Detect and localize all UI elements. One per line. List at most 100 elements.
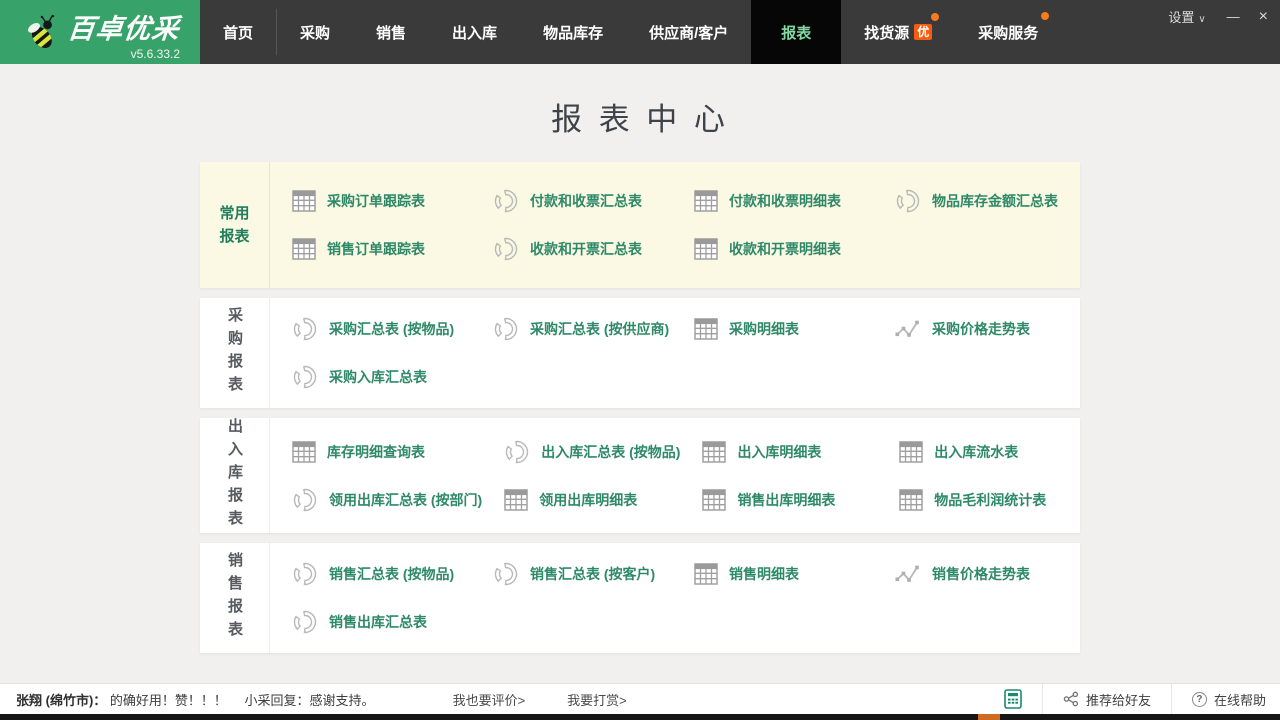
report-item[interactable]: 收款和开票汇总表 <box>471 236 672 262</box>
user-review: 张翔 (绵竹市)： 的确好用！赞！！！ 小采回复：感谢支持。 <box>0 690 375 709</box>
report-grid: 采购汇总表 (按物品) 采购汇总表 (按供应商) 采购明细表 采购价格走势表 采… <box>270 298 1080 408</box>
report-item[interactable]: 出入库流水表 <box>877 439 1074 465</box>
brand-name: 百卓优采 <box>66 7 182 46</box>
report-item[interactable]: 采购入库汇总表 <box>270 364 471 390</box>
report-grid: 采购订单跟踪表 付款和收票汇总表 付款和收票明细表 物品库存金额汇总表 销售订单… <box>270 162 1080 288</box>
section-label-sales: 销售报表 <box>200 543 270 653</box>
table-icon <box>292 190 316 212</box>
table-icon <box>292 441 316 463</box>
divider <box>1042 684 1043 714</box>
section-label: 出入库报表 <box>224 418 245 533</box>
table-icon <box>702 489 726 511</box>
report-item[interactable]: 出入库明细表 <box>680 439 877 465</box>
nav-find-source-label: 找货源 <box>864 22 909 43</box>
pie-chart-icon <box>493 316 519 342</box>
section-sales-reports: 销售报表 销售汇总表 (按物品) 销售汇总表 (按客户) 销售明细表 销售价格走… <box>200 543 1080 653</box>
line-chart-icon <box>895 564 921 584</box>
write-review-link[interactable]: 我也要评价> <box>453 690 526 709</box>
table-icon <box>702 441 726 463</box>
settings-button[interactable]: 设置∨ <box>1168 7 1205 26</box>
section-label: 销售报表 <box>224 552 245 644</box>
notification-dot <box>931 13 939 21</box>
section-label-purchase: 采购报表 <box>200 298 270 408</box>
pie-chart-icon <box>292 316 318 342</box>
review-text: 的确好用！赞！！！ <box>110 693 227 708</box>
share-icon <box>1063 691 1079 707</box>
report-item[interactable]: 领用出库汇总表 (按部门) <box>270 487 482 513</box>
report-item[interactable]: 采购汇总表 (按供应商) <box>471 316 672 342</box>
report-item[interactable]: 采购价格走势表 <box>873 316 1074 342</box>
nav-inventory[interactable]: 物品库存 <box>520 0 626 64</box>
section-purchase-reports: 采购报表 采购汇总表 (按物品) 采购汇总表 (按供应商) 采购明细表 采购价格… <box>200 298 1080 408</box>
nav-in-out-warehouse[interactable]: 出入库 <box>429 0 520 64</box>
recommend-button[interactable]: 推荐给好友 <box>1063 690 1151 709</box>
app-window: 百卓优采 v5.6.33.2 首页 采购 销售 出入库 物品库存 供应商/客户 … <box>0 0 1280 720</box>
report-item[interactable]: 采购汇总表 (按物品) <box>270 316 471 342</box>
bee-logo-icon <box>20 13 62 55</box>
review-author: 张翔 (绵竹市)： <box>16 693 106 708</box>
section-warehouse-reports: 出入库报表 库存明细查询表 出入库汇总表 (按物品) 出入库明细表 出入库流水表… <box>200 418 1080 533</box>
line-chart-icon <box>895 319 921 339</box>
section-label: 采购报表 <box>224 307 245 399</box>
section-label-warehouse: 出入库报表 <box>200 418 270 533</box>
nav-procurement-services[interactable]: 采购服务 <box>955 0 1061 64</box>
table-icon <box>899 489 923 511</box>
nav-supplier-customer[interactable]: 供应商/客户 <box>626 0 751 64</box>
report-item[interactable]: 付款和收票明细表 <box>672 188 873 214</box>
report-item[interactable]: 销售订单跟踪表 <box>270 236 471 262</box>
report-item[interactable]: 采购明细表 <box>672 316 873 342</box>
status-bar: 张翔 (绵竹市)： 的确好用！赞！！！ 小采回复：感谢支持。 我也要评价> 我要… <box>0 683 1280 714</box>
report-item[interactable]: 物品毛利润统计表 <box>877 487 1074 513</box>
report-item[interactable]: 采购订单跟踪表 <box>270 188 471 214</box>
report-item[interactable]: 销售汇总表 (按客户) <box>471 561 672 587</box>
calculator-icon[interactable] <box>1004 689 1022 709</box>
nav-find-source[interactable]: 找货源 优 <box>841 0 955 64</box>
brand-version: v5.6.33.2 <box>68 47 180 61</box>
promo-badge: 优 <box>914 24 932 40</box>
pie-chart-icon <box>292 487 318 513</box>
nav-home[interactable]: 首页 <box>200 0 276 64</box>
report-item[interactable]: 付款和收票汇总表 <box>471 188 672 214</box>
reward-link[interactable]: 我要打赏> <box>567 690 627 709</box>
report-item[interactable]: 库存明细查询表 <box>270 439 482 465</box>
report-item[interactable]: 销售明细表 <box>672 561 873 587</box>
pie-chart-icon <box>895 188 921 214</box>
table-icon <box>504 489 528 511</box>
footer-tools: 推荐给好友 ? 在线帮助 <box>1004 684 1280 714</box>
report-item[interactable]: 销售出库汇总表 <box>270 609 471 635</box>
bottom-edge-accent <box>978 714 1000 720</box>
report-grid: 库存明细查询表 出入库汇总表 (按物品) 出入库明细表 出入库流水表 领用出库汇… <box>270 418 1080 533</box>
close-button[interactable]: × <box>1259 8 1268 26</box>
pie-chart-icon <box>493 236 519 262</box>
report-item[interactable]: 销售汇总表 (按物品) <box>270 561 471 587</box>
report-item[interactable]: 销售价格走势表 <box>873 561 1074 587</box>
table-icon <box>899 441 923 463</box>
nav-procurement-services-label: 采购服务 <box>978 22 1038 43</box>
notification-dot <box>1041 12 1049 20</box>
table-icon <box>694 238 718 260</box>
report-item[interactable]: 收款和开票明细表 <box>672 236 873 262</box>
help-label: 在线帮助 <box>1214 690 1266 709</box>
section-label-line: 常用 <box>219 202 249 225</box>
report-grid: 销售汇总表 (按物品) 销售汇总表 (按客户) 销售明细表 销售价格走势表 销售… <box>270 543 1080 653</box>
nav-reports[interactable]: 报表 <box>751 0 841 64</box>
pie-chart-icon <box>493 561 519 587</box>
nav-purchase[interactable]: 采购 <box>277 0 353 64</box>
report-item[interactable]: 销售出库明细表 <box>680 487 877 513</box>
window-controls: 设置∨ — × <box>1168 7 1268 26</box>
pie-chart-icon <box>292 561 318 587</box>
section-common-reports: 常用 报表 采购订单跟踪表 付款和收票汇总表 付款和收票明细表 物品库存金额汇总… <box>200 162 1080 288</box>
report-item[interactable]: 出入库汇总表 (按物品) <box>482 439 680 465</box>
question-icon: ? <box>1192 692 1207 707</box>
top-navbar: 百卓优采 v5.6.33.2 首页 采购 销售 出入库 物品库存 供应商/客户 … <box>0 0 1280 64</box>
table-icon <box>694 318 718 340</box>
section-label-common: 常用 报表 <box>200 162 270 288</box>
report-item[interactable]: 物品库存金额汇总表 <box>873 188 1074 214</box>
minimize-button[interactable]: — <box>1227 9 1238 24</box>
brand-logo[interactable]: 百卓优采 v5.6.33.2 <box>0 0 200 64</box>
page-title: 报 表 中 心 <box>0 94 1280 139</box>
online-help-button[interactable]: ? 在线帮助 <box>1192 690 1266 709</box>
recommend-label: 推荐给好友 <box>1086 690 1151 709</box>
nav-sales[interactable]: 销售 <box>353 0 429 64</box>
report-item[interactable]: 领用出库明细表 <box>482 487 680 513</box>
